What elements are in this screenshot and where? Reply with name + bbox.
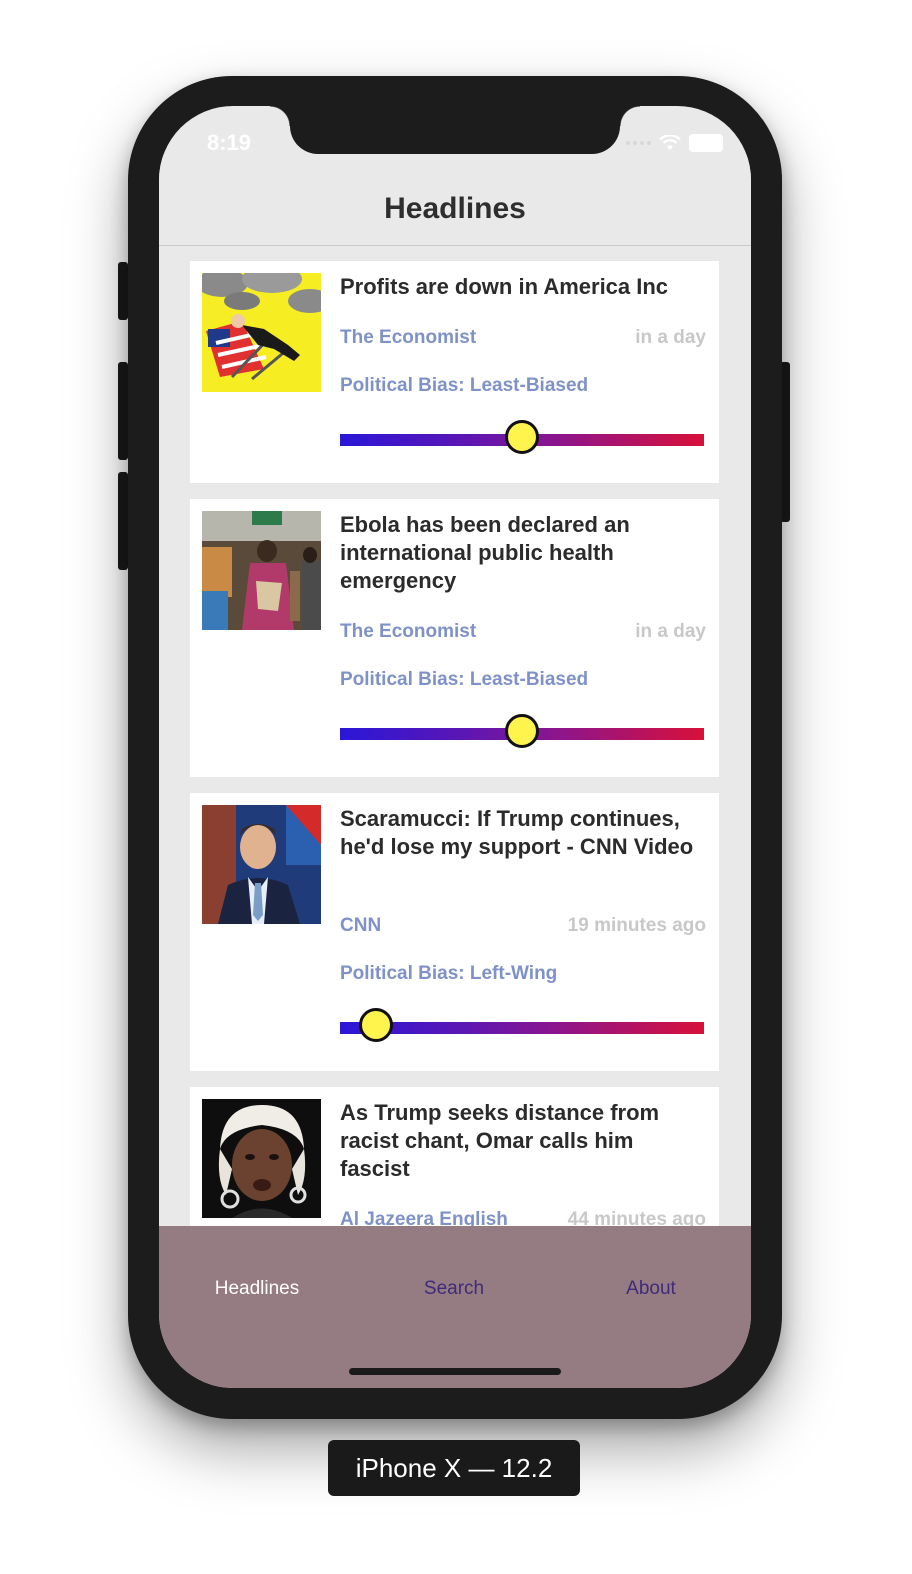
article-time: in a day [635, 621, 706, 642]
bias-slider [340, 714, 704, 748]
status-icons [626, 134, 723, 152]
article-source[interactable]: CNN [340, 915, 381, 937]
bias-slider [340, 1008, 704, 1042]
tab-headlines[interactable]: Headlines [187, 1278, 327, 1300]
man-portrait-image [202, 805, 321, 924]
article-title[interactable]: Profits are down in America Inc [340, 273, 706, 301]
article-card[interactable]: Scaramucci: If Trump continues, he'd los… [190, 793, 719, 1071]
status-time: 8:19 [207, 130, 252, 155]
battery-icon [689, 134, 723, 152]
home-indicator[interactable] [349, 1368, 561, 1375]
tab-bar: Headlines Search About [159, 1226, 751, 1388]
bias-slider [340, 420, 704, 454]
wifi-icon [659, 135, 681, 150]
article-thumbnail [202, 1099, 321, 1218]
device-label: iPhone X — 12.2 [328, 1440, 580, 1496]
article-card[interactable]: Ebola has been declared an international… [190, 499, 719, 777]
navigation-bar: Headlines [159, 154, 751, 246]
political-bias-label: Political Bias: Least-Biased [340, 375, 589, 396]
article-source[interactable]: The Economist [340, 621, 476, 643]
article-card[interactable]: As Trump seeks distance from racist chan… [190, 1087, 719, 1247]
article-time: in a day [635, 327, 706, 348]
headline-list[interactable]: Profits are down in America Inc The Econ… [190, 261, 719, 1263]
article-thumbnail [202, 273, 321, 392]
chair-illustration-image [202, 273, 321, 392]
article-time: 19 minutes ago [567, 915, 706, 936]
bias-slider-knob [505, 714, 539, 748]
notch [270, 106, 640, 154]
volume-down-button [118, 472, 128, 570]
simulator-stage: 8:19 Headlines Profits are down in Ameri… [0, 0, 912, 1574]
article-title[interactable]: As Trump seeks distance from racist chan… [340, 1099, 706, 1183]
woman-portrait-image [202, 1099, 321, 1218]
signal-icon [626, 141, 651, 145]
volume-up-button [118, 362, 128, 460]
phone-screen: 8:19 Headlines Profits are down in Ameri… [159, 106, 751, 1388]
article-thumbnail [202, 511, 321, 630]
page-title: Headlines [384, 192, 526, 225]
article-card[interactable]: Profits are down in America Inc The Econ… [190, 261, 719, 483]
silent-switch [118, 262, 128, 320]
bias-slider-knob [359, 1008, 394, 1042]
article-title[interactable]: Ebola has been declared an international… [340, 511, 706, 595]
tab-search[interactable]: Search [384, 1278, 524, 1300]
crowd-photo-image [202, 511, 321, 630]
article-thumbnail [202, 805, 321, 924]
bias-slider-knob [505, 420, 539, 454]
article-source[interactable]: The Economist [340, 327, 476, 349]
article-title[interactable]: Scaramucci: If Trump continues, he'd los… [340, 805, 706, 861]
political-bias-label: Political Bias: Least-Biased [340, 669, 589, 690]
tab-about[interactable]: About [581, 1278, 721, 1300]
political-bias-label: Political Bias: Left-Wing [340, 963, 558, 984]
